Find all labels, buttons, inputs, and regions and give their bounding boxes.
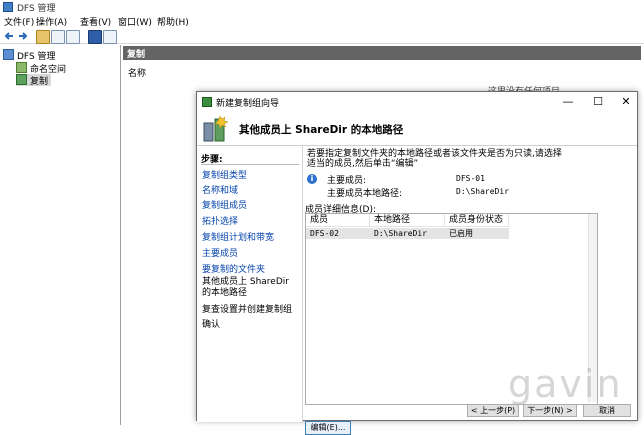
show-tree-icon[interactable]: [51, 30, 65, 44]
app-title: DFS 管理: [17, 4, 56, 14]
step-group-members[interactable]: 复制组成员: [202, 198, 247, 211]
step-folders[interactable]: 要复制的文件夹: [202, 262, 265, 275]
step-local-path-current: 其他成员上 ShareDir 的本地路径: [202, 277, 289, 298]
dfs-root-icon: [3, 49, 14, 60]
column-header-name[interactable]: 名称: [128, 66, 146, 79]
primary-member-label: 主要成员:: [327, 176, 367, 186]
results-pane-header: 复制: [123, 46, 641, 60]
step-name-domain[interactable]: 名称和域: [202, 183, 238, 196]
menu-help[interactable]: 帮助(H): [157, 15, 189, 28]
primary-path-label: 主要成员本地路径:: [327, 189, 403, 199]
tree-item-namespaces[interactable]: 命名空间: [16, 62, 66, 75]
step-schedule-bandwidth[interactable]: 复制组计划和带宽: [202, 230, 274, 243]
column-header-local-path[interactable]: 本地路径: [370, 214, 445, 227]
table-row-cell-status[interactable]: 已启用: [445, 228, 509, 239]
up-folder-icon[interactable]: [36, 30, 50, 44]
action-pane-icon[interactable]: [103, 30, 117, 44]
step-group-type[interactable]: 复制组类型: [202, 168, 247, 181]
replication-wizard-icon: [203, 115, 229, 143]
table-row-cell-path[interactable]: D:\ShareDir: [370, 228, 445, 239]
steps-divider: [201, 164, 299, 165]
step-topology[interactable]: 拓扑选择: [202, 214, 238, 227]
wizard-app-icon: [202, 97, 212, 107]
forward-arrow-icon[interactable]: [17, 30, 29, 42]
export-list-icon[interactable]: [66, 30, 80, 44]
back-arrow-icon[interactable]: [3, 30, 15, 42]
column-header-membership-status[interactable]: 成员身份状态: [445, 214, 509, 227]
info-icon: i: [307, 174, 317, 184]
close-icon[interactable]: ✕: [617, 94, 635, 110]
maximize-icon[interactable]: ☐: [589, 94, 607, 110]
step-primary-member[interactable]: 主要成员: [202, 246, 238, 259]
menu-view[interactable]: 查看(V): [80, 15, 111, 28]
column-header-member[interactable]: 成员: [306, 214, 370, 227]
wizard-page-heading: 其他成员上 ShareDir 的本地路径: [239, 124, 404, 136]
step-review: 复查设置并创建复制组: [202, 305, 293, 315]
wizard-titlebar: 新建复制组向导 — ☐ ✕: [197, 92, 637, 112]
tree-item-dfs-root[interactable]: DFS 管理: [3, 49, 56, 62]
console-tree: DFS 管理 命名空间 复制: [0, 45, 121, 425]
primary-path-value: D:\ShareDir: [456, 187, 509, 196]
primary-member-value: DFS-01: [456, 174, 485, 183]
results-pane-title: 复制: [127, 50, 146, 60]
wizard-steps-panel: 步骤: 复制组类型 名称和域 复制组成员 拓扑选择 复制组计划和带宽 主要成员 …: [197, 146, 303, 422]
replication-icon: [16, 74, 27, 85]
main-titlebar: DFS 管理: [0, 0, 644, 14]
edit-button[interactable]: 编辑(E)...: [305, 421, 351, 435]
tree-item-replication[interactable]: 复制: [16, 74, 52, 87]
menu-action[interactable]: 操作(A): [36, 15, 67, 28]
menu-file[interactable]: 文件(F): [4, 15, 34, 28]
toolbar: [0, 28, 644, 44]
minimize-icon[interactable]: —: [559, 94, 577, 110]
wizard-description: 若要指定复制文件夹的本地路径或者该文件夹是否为只读,请选择适当的成员,然后单击“…: [307, 149, 562, 169]
help-icon[interactable]: [88, 30, 102, 44]
namespace-icon: [16, 62, 27, 73]
table-row-cell-member[interactable]: DFS-02: [306, 228, 370, 239]
step-confirm: 确认: [202, 320, 221, 330]
menu-window[interactable]: 窗口(W): [118, 15, 152, 28]
wizard-title: 新建复制组向导: [216, 99, 280, 109]
menubar: 文件(F) 操作(A) 查看(V) 窗口(W) 帮助(H): [0, 14, 644, 28]
wizard-header: 其他成员上 ShareDir 的本地路径: [197, 112, 637, 146]
dfs-app-icon: [3, 2, 13, 12]
watermark-text: gavin: [508, 362, 623, 406]
